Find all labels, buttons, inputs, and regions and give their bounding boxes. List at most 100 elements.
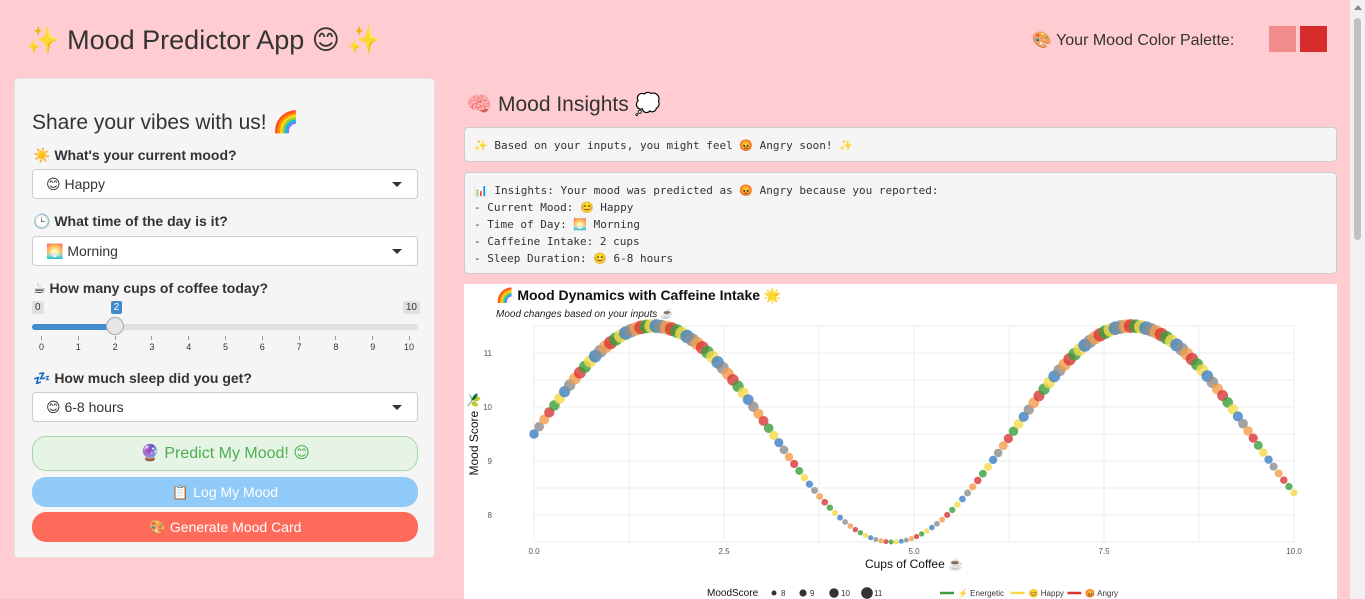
palette-swatch-dark [1300,26,1327,52]
legend-size-label: 9 [810,589,815,598]
x-tick-label: 0.0 [528,547,540,556]
data-point [974,476,982,485]
slider-value-label: 2 [110,301,123,314]
data-point [964,489,972,497]
data-point [918,531,925,537]
data-point [1285,482,1293,491]
x-tick-label: 2.5 [718,547,730,556]
slider-tick-label: 10 [404,342,415,352]
sleep-question: 💤 How much sleep did you get? [33,370,252,386]
legend-size-title: MoodScore [707,588,759,599]
data-point [954,501,961,508]
data-point [878,538,884,544]
mood-select[interactable]: 😊 Happy [32,169,418,199]
slider-tick-label: 9 [370,342,376,352]
page-scrollbar[interactable] [1350,0,1365,599]
y-tick-label: 10 [483,403,492,412]
slider-tick-label: 8 [333,342,339,352]
slider-tick-label: 1 [75,342,81,352]
data-point [795,466,804,475]
data-point [774,438,784,448]
data-point [810,486,819,494]
coffee-slider[interactable]: 0 10 2 0 1 2 3 4 5 6 7 8 9 10 [32,301,420,352]
x-axis-label: Cups of Coffee ☕ [865,556,963,571]
chevron-down-icon [392,249,402,254]
slider-tick-label: 0 [39,342,45,352]
data-point [852,526,859,533]
data-point [898,538,904,544]
data-point [790,459,799,469]
data-point [903,537,909,543]
data-point [959,495,966,503]
data-point [826,504,834,511]
slider-tick-label: 7 [296,342,302,352]
mood-select-value: 😊 Happy [46,176,105,192]
sleep-select-value: 😊 6-8 hours [46,399,124,415]
data-point [893,539,899,545]
data-point [837,514,844,521]
data-point [868,535,874,541]
mood-question: ☀️ What's your current mood? [33,147,237,163]
coffee-question: ☕ How many cups of coffee today? [33,280,269,296]
prediction-output: ✨ Based on your inputs, you might feel 😡… [464,127,1337,162]
data-point [779,445,789,455]
data-point [873,536,879,543]
data-point [924,528,930,534]
legend-color-label: ⚡ Energetic [958,588,1004,598]
slider-tick [114,336,116,340]
data-point [988,455,998,465]
slider-tick [335,336,337,340]
data-point [969,483,977,491]
data-point [944,511,951,518]
slider-handle[interactable] [105,317,124,335]
slider-tick [41,336,42,340]
predict-button[interactable]: 🔮 Predict My Mood! 😊 [32,436,418,471]
y-axis-label: Mood Score 🫒 [466,392,481,475]
time-select[interactable]: 🌅 Morning [32,236,418,266]
insights-output: 📊 Insights: Your mood was predicted as 😡… [464,172,1337,274]
data-point [1264,455,1273,464]
data-point [847,523,854,529]
scrollbar-thumb[interactable] [1354,18,1361,240]
generate-card-button[interactable]: 🎨 Generate Mood Card [32,512,418,542]
data-point [939,516,946,523]
sleep-select[interactable]: 😊 6-8 hours [32,392,418,422]
data-point [1259,448,1268,457]
data-point [993,448,1003,458]
slider-tick [151,336,153,340]
chart-title: 🌈 Mood Dynamics with Caffeine Intake 🌟 [496,286,781,304]
panel-heading: Share your vibes with us! 🌈 [32,111,299,134]
data-point [1269,462,1278,471]
data-point [983,462,992,471]
chevron-down-icon [392,405,402,410]
chevron-down-icon [392,182,402,187]
palette-swatch-light [1269,26,1296,52]
slider-tick-label: 5 [223,342,229,352]
legend-size-label: 8 [781,589,786,598]
data-point [949,506,956,514]
legend-size-marker [829,588,839,598]
data-point [816,493,824,500]
app-title: ✨ Mood Predictor App 😊 ✨ [26,25,382,55]
slider-min-label: 0 [32,301,44,314]
data-point [800,473,809,482]
slider-tick-label: 3 [149,342,155,352]
data-point [831,509,839,516]
slider-tick [77,336,79,340]
data-point [784,452,794,462]
data-point [821,498,829,506]
y-tick-label: 9 [488,457,493,466]
data-point [888,539,894,545]
log-mood-button[interactable]: 📋 Log My Mood [32,477,418,507]
scroll-up-icon[interactable] [1354,5,1362,10]
data-point [978,469,987,478]
input-panel: Share your vibes with us! 🌈 ☀️ What's yo… [14,78,435,558]
y-tick-label: 11 [484,349,493,358]
mood-chart: 🌈 Mood Dynamics with Caffeine Intake 🌟 M… [464,284,1337,599]
legend-size-label: 10 [841,589,850,598]
legend-size-marker [861,587,873,599]
slider-tick-label: 2 [112,342,118,352]
slider-tick [372,336,374,340]
data-point [934,520,940,527]
insights-title: 🧠 Mood Insights 💭 [466,93,661,116]
